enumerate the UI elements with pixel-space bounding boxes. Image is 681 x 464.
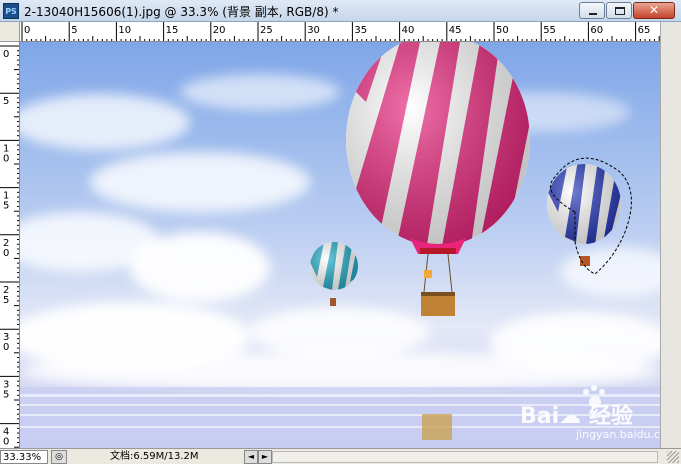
ruler-label: 60 <box>590 25 603 36</box>
title-bar[interactable]: PS 2-13040H15606(1).jpg @ 33.3% (背景 副本, … <box>0 0 681 22</box>
status-info-icon[interactable]: ◎ <box>51 450 67 464</box>
vertical-scrollbar[interactable] <box>660 22 681 448</box>
ruler-label: 10 <box>118 25 131 36</box>
ruler-label: 15 <box>166 25 179 36</box>
ruler-label: 0 <box>3 153 9 164</box>
ruler-label: 50 <box>496 25 509 36</box>
basket-reflection <box>422 414 452 440</box>
ruler-label: 5 <box>3 389 9 400</box>
vertical-ruler-ticks: 0510152025303540 <box>0 45 19 448</box>
ruler-label: 25 <box>260 25 273 36</box>
ruler-label: 65 <box>638 25 651 36</box>
ruler-label: 30 <box>307 25 320 36</box>
ruler-label: 0 <box>3 49 9 60</box>
resize-grip-icon[interactable] <box>667 451 679 463</box>
close-icon: ✕ <box>648 3 660 17</box>
maximize-button[interactable] <box>606 2 632 19</box>
ruler-label: 5 <box>3 96 9 107</box>
horizontal-ruler[interactable]: 0 5 10 15 20 25 30 35 40 45 50 55 60 65 <box>20 22 660 42</box>
ruler-label: 5 <box>3 201 9 212</box>
horizontal-scrollbar[interactable] <box>272 451 658 463</box>
maximize-icon <box>615 7 625 15</box>
vertical-ruler[interactable]: 0510152025303540 <box>0 42 20 448</box>
watermark-site: jingyan.baidu.com <box>576 428 660 441</box>
ruler-label: 5 <box>3 295 9 306</box>
status-arrow-right-button[interactable]: ► <box>258 450 272 464</box>
balloon-photo <box>20 42 660 448</box>
document-canvas[interactable]: Bai☁ 经验 jingyan.baidu.com <box>20 42 660 448</box>
watermark-brand: Bai☁ 经验 <box>520 404 633 429</box>
ruler-label: 55 <box>543 25 556 36</box>
ruler-label: 0 <box>3 248 9 259</box>
ruler-label: 0 <box>3 342 9 353</box>
window-controls: ✕ <box>579 2 675 19</box>
ruler-label: 45 <box>449 25 462 36</box>
zoom-level-field[interactable]: 33.33% <box>0 450 48 464</box>
document-title: 2-13040H15606(1).jpg @ 33.3% (背景 副本, RGB… <box>24 5 339 19</box>
ruler-label: 0 <box>3 437 9 448</box>
document-size-info[interactable]: 文档:6.59M/13.2M <box>110 450 199 464</box>
ruler-label: 0 <box>24 25 30 36</box>
close-button[interactable]: ✕ <box>633 2 675 19</box>
baidu-jingyan-watermark: Bai☁ 经验 jingyan.baidu.com <box>520 398 660 441</box>
ruler-origin[interactable] <box>0 22 20 42</box>
ruler-label: 5 <box>71 25 77 36</box>
minimize-button[interactable] <box>579 2 605 19</box>
photoshop-app-icon: PS <box>3 3 19 19</box>
horizontal-ruler-ticks: 0 5 10 15 20 25 30 35 40 45 50 55 60 65 <box>21 22 660 41</box>
minimize-icon <box>589 13 597 15</box>
status-arrow-left-button[interactable]: ◄ <box>244 450 258 464</box>
ruler-label: 40 <box>402 25 415 36</box>
status-bar: 33.33% ◎ 文档:6.59M/13.2M ◄ ► <box>0 448 681 464</box>
ruler-label: 20 <box>213 25 226 36</box>
ruler-label: 35 <box>354 25 367 36</box>
